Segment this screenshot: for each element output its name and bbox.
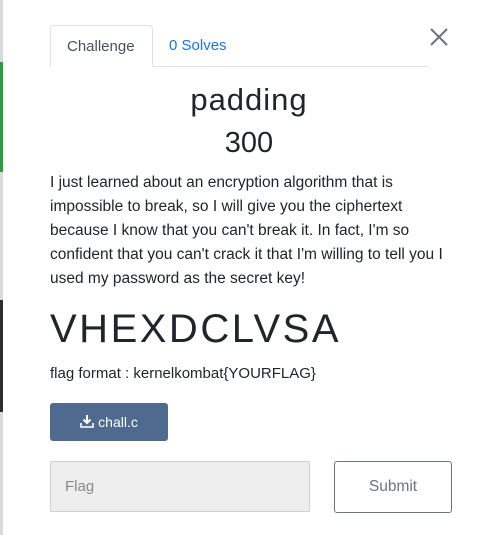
tab-solves[interactable]: 0 Solves <box>153 25 243 66</box>
download-icon <box>80 414 98 431</box>
challenge-modal: Challenge 0 Solves padding 300 I just le… <box>3 0 495 535</box>
flag-format-text: flag format : kernelkombat{YOURFLAG} <box>50 365 316 382</box>
challenge-value: 300 <box>224 127 274 159</box>
ciphertext: VHEXDCLVSA <box>50 307 342 351</box>
close-icon[interactable] <box>428 26 450 48</box>
download-file-label: chall.c <box>98 414 138 430</box>
submit-button[interactable]: Submit <box>334 461 452 513</box>
modal-tabs: Challenge 0 Solves <box>50 25 428 67</box>
tab-challenge[interactable]: Challenge <box>50 25 153 67</box>
download-file-button[interactable]: chall.c <box>50 403 168 441</box>
challenge-description: I just learned about an encryption algor… <box>50 174 443 287</box>
challenge-name: padding <box>190 82 308 117</box>
flag-input[interactable] <box>50 461 310 512</box>
